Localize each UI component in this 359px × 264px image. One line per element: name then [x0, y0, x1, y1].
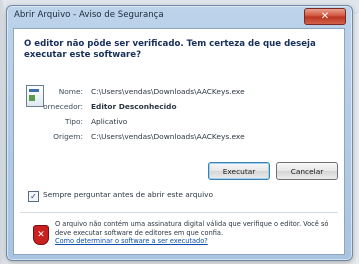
detail-value-name: C:\Users\vendas\Downloads\AACKeys.exe: [91, 87, 245, 96]
detail-row-name: Nome: C:\Users\vendas\Downloads\AACKeys.…: [14, 87, 344, 99]
dialog-title: Abrir Arquivo - Aviso de Segurança: [14, 10, 164, 20]
detail-row-publisher: ornecedor: Editor Desconhecido: [14, 102, 344, 114]
how-to-decide-link[interactable]: Como determinar o software a ser executa…: [55, 237, 339, 246]
detail-row-type: Tipo: Aplicativo: [14, 117, 344, 129]
close-button[interactable]: ✕: [304, 8, 346, 25]
shield-x-icon: ✕: [37, 230, 45, 240]
warning-question: O editor não pôde ser verificado. Tem ce…: [24, 39, 316, 60]
detail-label-origin: Origem:: [53, 132, 83, 141]
detail-value-publisher: Editor Desconhecido: [91, 102, 177, 111]
detail-row-origin: Origem: C:\Users\vendas\Downloads\AACKey…: [14, 132, 344, 144]
warning-message-text: O arquivo não contém uma assinatura digi…: [55, 220, 329, 237]
detail-value-type: Aplicativo: [91, 117, 128, 126]
detail-label-name: Nome:: [58, 87, 83, 96]
always-ask-label[interactable]: Sempre perguntar antes de abrir este arq…: [43, 190, 213, 199]
detail-value-origin: C:\Users\vendas\Downloads\AACKeys.exe: [91, 132, 245, 141]
run-button[interactable]: Executar: [208, 162, 270, 180]
section-divider: [20, 212, 338, 213]
security-shield-icon: ✕: [33, 225, 49, 245]
security-warning-dialog: Abrir Arquivo - Aviso de Segurança ✕ O e…: [6, 5, 353, 261]
close-icon: ✕: [320, 11, 330, 22]
dialog-titlebar[interactable]: Abrir Arquivo - Aviso de Segurança ✕: [7, 6, 352, 28]
always-ask-checkbox[interactable]: ✓: [28, 191, 39, 202]
dialog-content: O editor não pôde ser verificado. Tem ce…: [13, 28, 345, 255]
detail-label-publisher: ornecedor:: [43, 102, 83, 111]
cancel-button[interactable]: Cancelar: [276, 162, 338, 180]
detail-label-type: Tipo:: [64, 117, 83, 126]
warning-message: O arquivo não contém uma assinatura digi…: [55, 220, 339, 246]
